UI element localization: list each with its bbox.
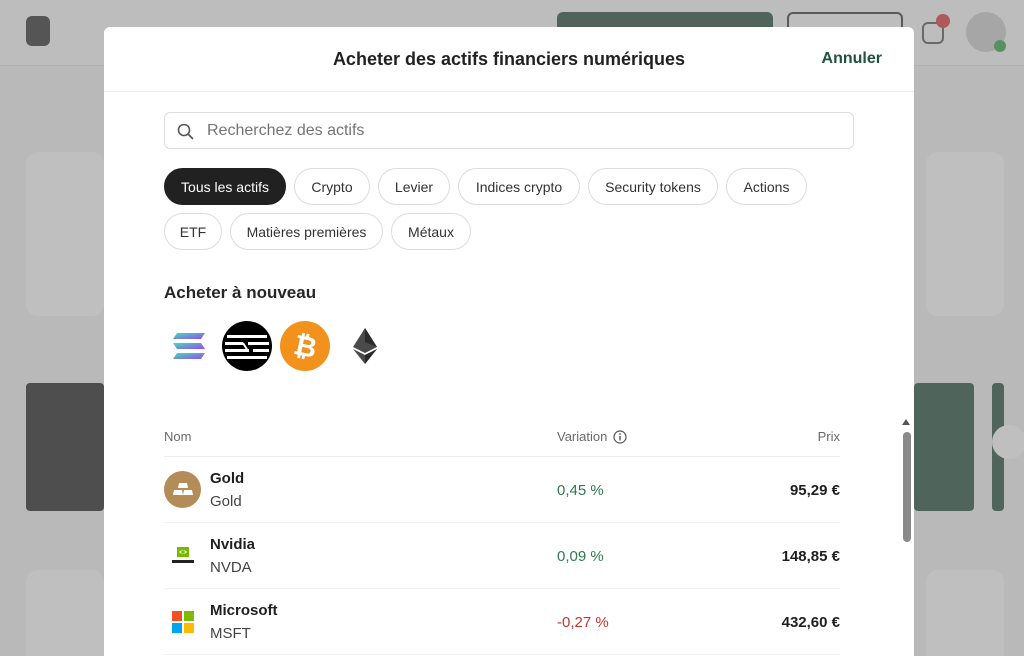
asset-change: -0,27 % <box>557 614 609 631</box>
asset-ticker: NVDA <box>210 559 252 576</box>
chip-commodities[interactable]: Matières premières <box>230 213 383 250</box>
column-header-variation-label: Variation <box>557 429 608 444</box>
scroll-up-arrow-icon[interactable] <box>902 419 910 425</box>
table-row[interactable]: Microsoft MSFT -0,27 % 432,60 € <box>164 589 840 655</box>
asset-name: Microsoft <box>210 602 278 619</box>
chip-stocks[interactable]: Actions <box>726 168 807 205</box>
aptos-icon <box>225 335 269 359</box>
chip-metals[interactable]: Métaux <box>391 213 471 250</box>
table-row[interactable]: Nvidia NVDA 0,09 % 148,85 € <box>164 523 840 589</box>
column-header-price[interactable]: Prix <box>774 429 840 444</box>
rebuy-bitcoin[interactable]: ₿ <box>280 321 330 371</box>
chip-crypto-indices[interactable]: Indices crypto <box>458 168 580 205</box>
solana-icon <box>173 333 205 359</box>
modal-header: Acheter des actifs financiers numériques… <box>104 27 914 92</box>
nvidia-logo-icon <box>164 537 201 574</box>
rebuy-aptos[interactable] <box>222 321 272 371</box>
asset-change: 0,09 % <box>557 548 604 565</box>
modal-title: Acheter des actifs financiers numériques <box>332 49 686 69</box>
column-header-variation[interactable]: Variation <box>557 429 627 444</box>
column-header-name[interactable]: Nom <box>164 429 191 444</box>
asset-price: 95,29 € <box>789 482 840 499</box>
chip-all-assets[interactable]: Tous les actifs <box>164 168 286 205</box>
asset-ticker: MSFT <box>210 625 251 642</box>
rebuy-ethereum[interactable] <box>340 321 390 371</box>
microsoft-logo-icon <box>164 603 201 640</box>
asset-price: 148,85 € <box>781 548 840 565</box>
chip-etf[interactable]: ETF <box>164 213 222 250</box>
table-row[interactable]: Gold Gold 0,45 % 95,29 € <box>164 457 840 523</box>
rebuy-section-title: Acheter à nouveau <box>164 283 317 302</box>
chip-security-tokens[interactable]: Security tokens <box>588 168 718 205</box>
info-icon[interactable] <box>613 429 627 444</box>
cancel-button[interactable]: Annuler <box>822 50 882 68</box>
asset-price: 432,60 € <box>781 614 840 631</box>
search-box[interactable] <box>164 112 854 149</box>
search-input[interactable] <box>207 119 837 143</box>
ethereum-icon <box>353 328 377 364</box>
search-icon <box>177 123 194 140</box>
asset-name: Gold <box>210 470 245 487</box>
buy-assets-modal: Acheter des actifs financiers numériques… <box>104 27 914 656</box>
bitcoin-icon: ₿ <box>290 327 320 365</box>
asset-ticker: Gold <box>210 493 242 510</box>
chip-leverage[interactable]: Levier <box>378 168 450 205</box>
rebuy-solana[interactable] <box>164 321 214 371</box>
asset-change: 0,45 % <box>557 482 604 499</box>
gold-bars-icon <box>164 471 201 508</box>
asset-name: Nvidia <box>210 536 256 553</box>
chip-crypto[interactable]: Crypto <box>294 168 370 205</box>
scrollbar[interactable] <box>903 432 911 542</box>
